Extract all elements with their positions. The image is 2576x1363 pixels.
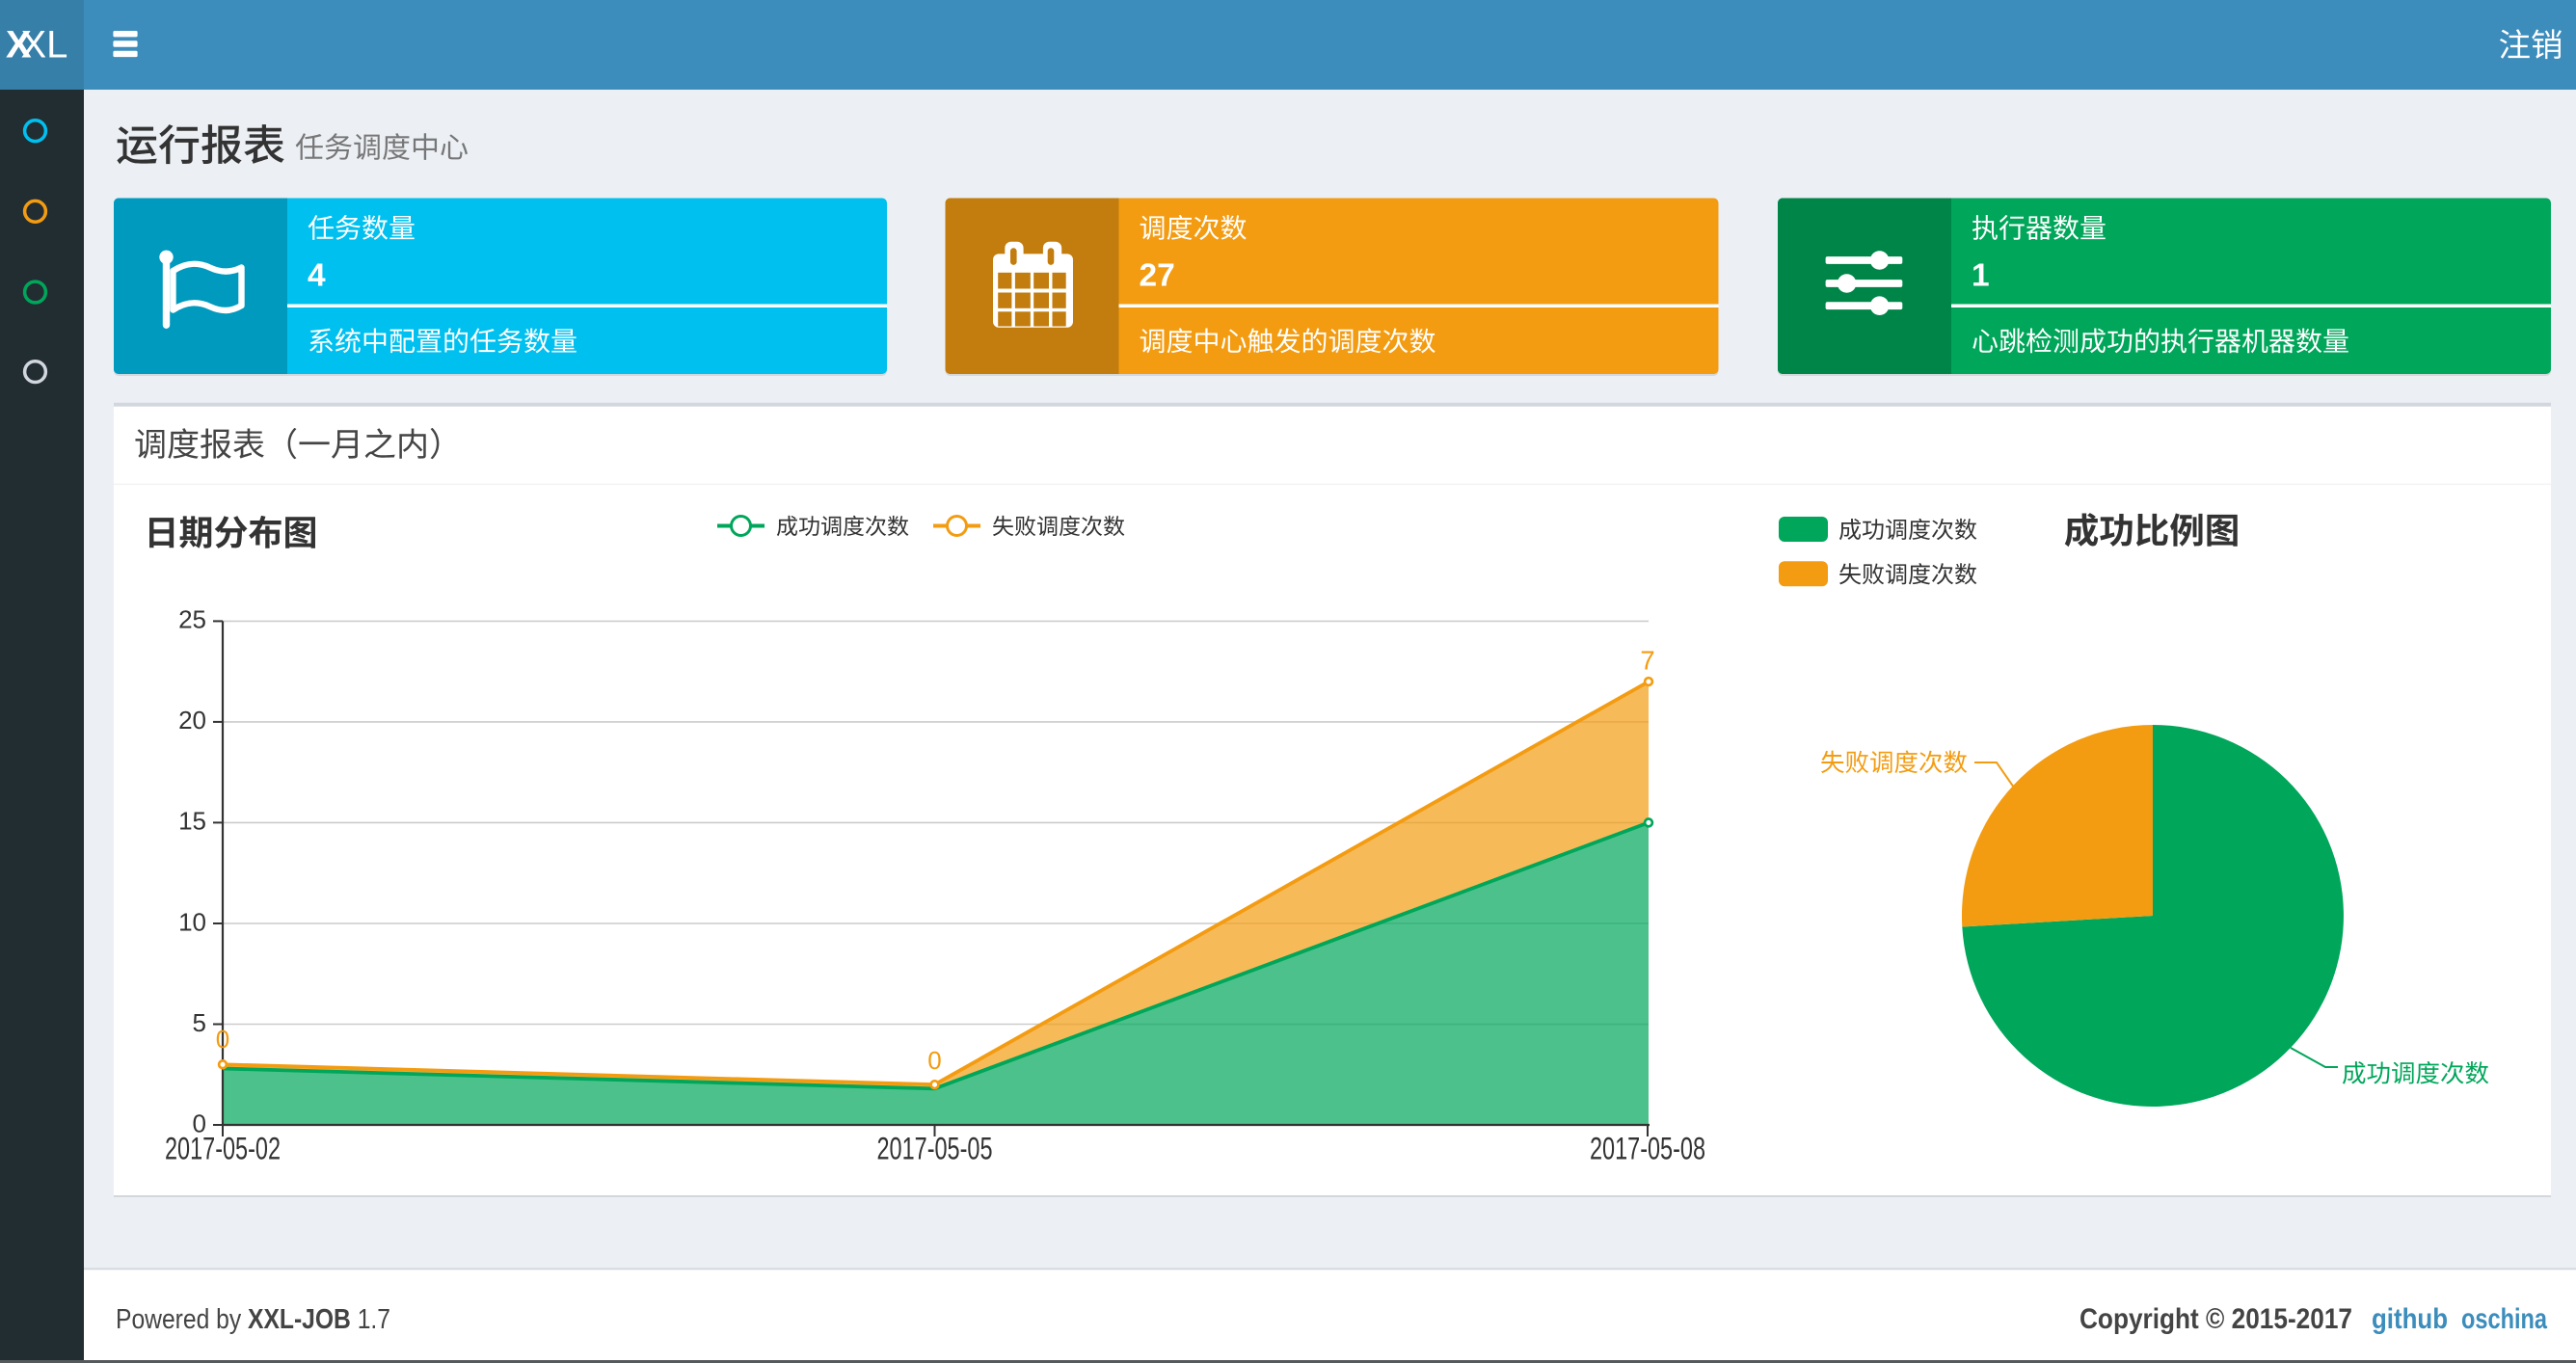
svg-text:X: X xyxy=(6,24,32,67)
svg-text:2017-05-02: 2017-05-02 xyxy=(165,1132,281,1166)
svg-text:0: 0 xyxy=(216,1025,229,1054)
svg-text:0: 0 xyxy=(927,1046,941,1075)
svg-text:Powered by XXL-JOB 1.7: Powered by XXL-JOB 1.7 xyxy=(116,1304,390,1335)
svg-text:27: 27 xyxy=(1140,258,1175,294)
svg-text:oschina: oschina xyxy=(2461,1303,2547,1335)
svg-text:github: github xyxy=(2372,1303,2448,1335)
svg-text:15: 15 xyxy=(178,807,206,836)
svg-text:Copyright © 2015-2017: Copyright © 2015-2017 xyxy=(2080,1303,2352,1335)
svg-text:7: 7 xyxy=(1640,646,1654,676)
svg-text:20: 20 xyxy=(178,706,206,735)
svg-text:2017-05-08: 2017-05-08 xyxy=(1590,1132,1705,1166)
svg-text:5: 5 xyxy=(193,1008,206,1037)
svg-text:1: 1 xyxy=(1972,258,1990,294)
svg-text:2017-05-05: 2017-05-05 xyxy=(877,1132,993,1166)
svg-text:4: 4 xyxy=(308,258,326,294)
svg-text:25: 25 xyxy=(178,605,206,634)
svg-text:10: 10 xyxy=(178,907,206,936)
